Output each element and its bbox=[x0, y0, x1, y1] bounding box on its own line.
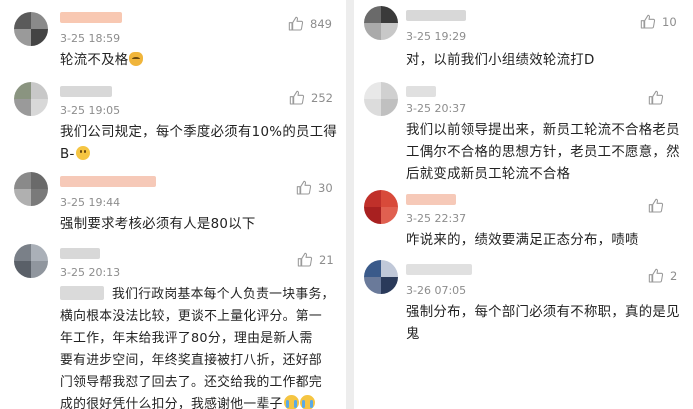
like-button[interactable]: 21 bbox=[297, 252, 334, 268]
crying-emoji bbox=[299, 395, 315, 409]
thumbs-up-icon bbox=[648, 198, 664, 213]
like-count: 10 bbox=[662, 15, 677, 29]
comment-screenshot: 3-25 18:59 849 轮流不及格 3-25 19:05 252 我们公司 bbox=[0, 0, 693, 409]
username-blurred[interactable] bbox=[406, 86, 436, 97]
username-blurred[interactable] bbox=[60, 86, 112, 97]
comment-text: 我们公司规定，每个季度必须有10%的员工得 B- bbox=[60, 125, 338, 162]
comment-text: 强制分布，每个部门必须有不称职，真的是见 鬼 bbox=[406, 305, 680, 342]
comment-time: 3-25 20:13 bbox=[60, 266, 121, 279]
thumbs-up-icon bbox=[288, 16, 304, 31]
thumbs-up-icon bbox=[648, 90, 664, 105]
like-button[interactable] bbox=[648, 198, 670, 214]
avatar[interactable] bbox=[14, 172, 48, 206]
username-blurred[interactable] bbox=[60, 176, 156, 187]
comment-text: 我们行政岗基本每个人负责一块事务， 横向根本没法比较，更谈不上量化评分。第一 年… bbox=[60, 286, 335, 409]
like-count: 252 bbox=[311, 91, 333, 105]
avatar[interactable] bbox=[364, 190, 398, 224]
thumbs-up-icon bbox=[640, 14, 656, 29]
avatar[interactable] bbox=[14, 12, 48, 46]
avatar[interactable] bbox=[14, 82, 48, 116]
like-button[interactable] bbox=[648, 90, 670, 106]
comment-text: 强制要求考核必须有人是80以下 bbox=[60, 217, 256, 232]
comment-time: 3-26 07:05 bbox=[406, 284, 467, 297]
username-blurred[interactable] bbox=[60, 248, 100, 259]
thumbs-up-icon bbox=[296, 180, 312, 195]
smile-emoji bbox=[75, 146, 90, 160]
comment-text: 对，以前我们小组绩效轮流打D bbox=[406, 53, 595, 68]
avatar[interactable] bbox=[14, 244, 48, 278]
comment-time: 3-25 22:37 bbox=[406, 212, 467, 225]
avatar[interactable] bbox=[364, 6, 398, 40]
like-count: 21 bbox=[319, 253, 334, 267]
comment-time: 3-25 19:44 bbox=[60, 196, 121, 209]
thumbs-up-icon bbox=[289, 90, 305, 105]
right-comment-column: 3-25 19:29 10 对，以前我们小组绩效轮流打D 3-25 20:37 bbox=[354, 0, 693, 409]
comment-time: 3-25 19:05 bbox=[60, 104, 121, 117]
like-button[interactable]: 849 bbox=[288, 16, 332, 32]
cat-smirk-emoji bbox=[129, 52, 144, 66]
like-button[interactable]: 30 bbox=[296, 180, 333, 196]
avatar[interactable] bbox=[364, 260, 398, 294]
comment-text: 咋说来的，绩效要满足正态分布，啧啧 bbox=[406, 233, 639, 248]
like-button[interactable]: 10 bbox=[640, 14, 677, 30]
username-blurred[interactable] bbox=[406, 10, 466, 21]
like-count: 2 bbox=[670, 269, 678, 283]
like-count: 849 bbox=[310, 17, 332, 31]
comment-time: 3-25 18:59 bbox=[60, 32, 121, 45]
username-blurred[interactable] bbox=[406, 264, 472, 275]
thumbs-up-icon bbox=[297, 252, 313, 267]
comment-text: 我们以前领导提出来，新员工轮流不合格老员 工偶尔不合格的思想方针，老员工不愿意，… bbox=[406, 123, 680, 182]
comment-time: 3-25 20:37 bbox=[406, 102, 467, 115]
avatar[interactable] bbox=[364, 82, 398, 116]
mention-blurred[interactable] bbox=[60, 286, 104, 300]
left-comment-column: 3-25 18:59 849 轮流不及格 3-25 19:05 252 我们公司 bbox=[0, 0, 346, 409]
crying-emoji bbox=[283, 395, 299, 409]
like-button[interactable]: 2 bbox=[648, 268, 677, 284]
thumbs-up-icon bbox=[648, 268, 664, 283]
comment-time: 3-25 19:29 bbox=[406, 30, 467, 43]
column-divider bbox=[346, 0, 354, 409]
comment-text: 轮流不及格 bbox=[60, 50, 144, 72]
like-count: 30 bbox=[318, 181, 333, 195]
username-blurred[interactable] bbox=[406, 194, 456, 205]
like-button[interactable]: 252 bbox=[289, 90, 333, 106]
username-blurred[interactable] bbox=[60, 12, 122, 23]
